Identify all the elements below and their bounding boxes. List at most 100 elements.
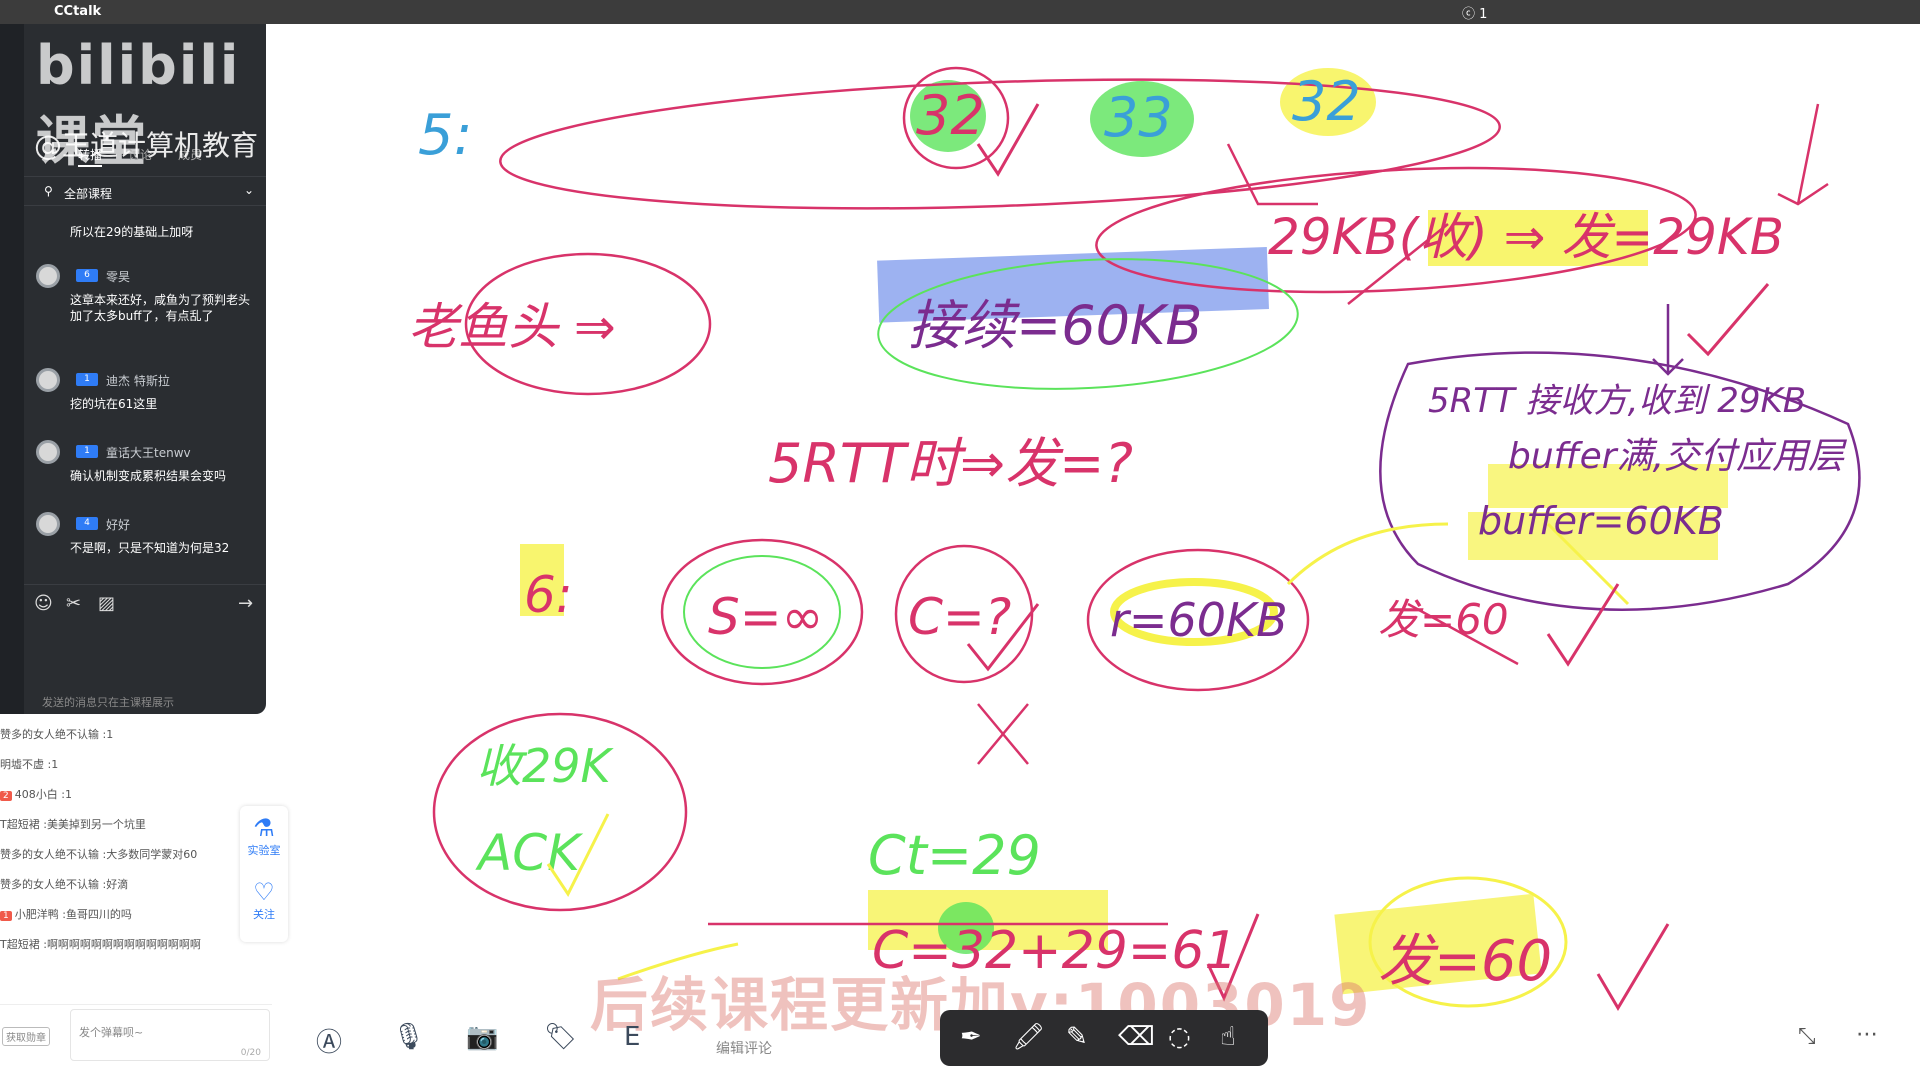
danmaku-item: 赞多的女人绝不认输 :好滴: [0, 878, 129, 891]
avatar[interactable]: [36, 512, 60, 536]
panel-left-strip: [0, 24, 24, 714]
danmaku-user: 小肥洋鸭: [14, 908, 59, 921]
filter-icon: ⚲: [44, 184, 53, 198]
menu-bar: CCtalk ⓒ 1: [0, 0, 1920, 24]
level-badge: 4: [76, 517, 98, 530]
user-name[interactable]: 零昊: [106, 268, 130, 285]
danmaku-item: T超短裙 :啊啊啊啊啊啊啊啊啊啊啊啊啊啊: [0, 938, 201, 951]
filter-label: 全部课程: [64, 187, 113, 201]
danmaku-list: 赞多的女人绝不认输 :1 明墟不虚 :1 2 408小白 :1 T超短裙 :美美掉…: [0, 716, 260, 966]
danmaku-user: 明墟不虚: [0, 758, 44, 771]
scissors-icon[interactable]: ✂: [66, 593, 81, 614]
wb-text-5: 5:: [418, 103, 473, 168]
level-badge: 1: [76, 445, 98, 458]
danmaku-input-area: 获取勋章 发个弹幕呗~ 0/20: [0, 1004, 272, 1064]
wb-text-29kb: 29KB(收) ⇒ 发=29KB: [1268, 208, 1784, 266]
wb-text-s-inf: S=∞: [708, 588, 823, 646]
wb-text-5rtt-send: 5RTT时⇒发=?: [768, 432, 1133, 495]
level-badge: 6: [76, 269, 98, 282]
user-name[interactable]: 童话大王tenwv: [106, 444, 191, 461]
bottom-toolbar: Ⓐ 🎙 📷 🏷 E 编辑评论 ✒ 🖍 ✎ ⌫ ◌ ☝ ⤡ ⋯: [288, 1010, 1920, 1070]
course-filter[interactable]: ⚲ 全部课程 ⌄: [24, 176, 266, 206]
wb-text-shou29k: 收29K: [476, 739, 615, 793]
eraser-icon[interactable]: ⌫: [1118, 1022, 1155, 1052]
danmaku-item: 2 408小白 :1: [0, 786, 72, 802]
edit-comment-label[interactable]: 编辑评论: [716, 1038, 772, 1058]
user-name[interactable]: 好好: [106, 516, 130, 533]
wb-text-ct: Ct=29: [868, 824, 1041, 887]
brush-icon[interactable]: ✎: [1066, 1022, 1088, 1052]
wb-text-r: r=60KB: [1110, 593, 1288, 647]
danmaku-text: 1: [51, 758, 59, 771]
status-indicator[interactable]: ⓒ 1: [1462, 3, 1487, 22]
tag-icon[interactable]: 🏷: [544, 1022, 577, 1052]
hand-icon[interactable]: ☝: [1220, 1022, 1236, 1052]
whiteboard[interactable]: 5: 32 33 32 29KB(收) ⇒ 发=29KB 老鱼头 ⇒ 接续=60…: [288, 24, 1920, 1080]
danmaku-user: 赞多的女人绝不认输: [0, 848, 99, 861]
whiteboard-drawing: 5: 32 33 32 29KB(收) ⇒ 发=29KB 老鱼头 ⇒ 接续=60…: [408, 66, 1861, 1011]
lab-button[interactable]: ⚗ 实验室: [240, 814, 288, 858]
message-text: 确认机制变成累积结果会变吗: [70, 469, 227, 483]
danmaku-text: 1: [106, 728, 114, 741]
pen-mode-icon[interactable]: Ⓐ: [316, 1022, 342, 1059]
message-text: 所以在29的基础上加呀: [70, 225, 194, 239]
flask-icon: ⚗: [253, 814, 275, 842]
wb-text-fa60-crossed: 发=60: [1378, 595, 1509, 644]
wb-text-33: 33: [1104, 86, 1173, 149]
app-name[interactable]: CCtalk: [54, 4, 101, 19]
wb-text-ack: ACK: [475, 824, 584, 882]
danmaku-text: 大多数同学蒙对60: [106, 848, 198, 861]
follow-label: 关注: [253, 908, 275, 921]
chevron-down-icon[interactable]: ⌄: [244, 183, 254, 197]
chat-footer-note: 发送的消息只在主课程展示: [42, 696, 174, 709]
message-text: 这章本来还好，咸鱼为了预判老头加了太多buff了，有点乱了: [70, 293, 251, 323]
microphone-icon[interactable]: 🎙: [392, 1022, 425, 1052]
wb-text-jiexu: 接续=60KB: [908, 294, 1202, 357]
danmaku-text: 鱼哥四川的吗: [65, 908, 132, 921]
wb-text-5rtt-recv: 5RTT 接收方,收到 29KB: [1428, 381, 1806, 421]
wb-text-6: 6:: [524, 566, 573, 624]
fan-badge: 2: [0, 791, 12, 801]
fan-badge: 1: [0, 911, 12, 921]
wb-text-laoyutou: 老鱼头 ⇒: [408, 298, 616, 356]
wb-text-buffer: buffer=60KB: [1478, 499, 1724, 543]
danmaku-input[interactable]: 发个弹幕呗~ 0/20: [70, 1009, 270, 1061]
emoji-icon[interactable]: ☺: [34, 593, 53, 614]
image-icon[interactable]: ▨: [98, 593, 115, 614]
danmaku-user: 408小白: [14, 788, 58, 801]
danmaku-item: 1 小肥洋鸭 :鱼哥四川的吗: [0, 906, 132, 922]
message-text: 不是啊，只是不知道为何是32: [70, 541, 230, 555]
user-name[interactable]: 迪杰 特斯拉: [106, 372, 170, 389]
chat-panel: bilibili课堂 转播 讨论 成员 @王道计算机教育 ⚲ 全部课程 ⌄ 所以…: [0, 24, 266, 714]
wb-text-buffer-full: buffer满,交付应用层: [1508, 436, 1848, 477]
lasso-icon[interactable]: ◌: [1168, 1022, 1191, 1052]
avatar[interactable]: [36, 440, 60, 464]
heart-icon: ♡: [253, 878, 275, 906]
pen-icon[interactable]: ✒: [960, 1022, 982, 1052]
message-text: 挖的坑在61这里: [70, 397, 158, 411]
highlighter-icon[interactable]: 🖍: [1012, 1022, 1045, 1052]
avatar[interactable]: [36, 264, 60, 288]
send-arrow-icon[interactable]: →: [238, 593, 253, 614]
wb-text-32b: 32: [1292, 70, 1361, 133]
status-count: 1: [1479, 7, 1488, 22]
more-icon[interactable]: ⋯: [1856, 1022, 1878, 1047]
danmaku-item: T超短裙 :美美掉到另一个坑里: [0, 818, 146, 831]
e-icon[interactable]: E: [624, 1022, 640, 1052]
get-medal-button[interactable]: 获取勋章: [2, 1027, 50, 1046]
danmaku-user: 赞多的女人绝不认输: [0, 878, 99, 891]
danmaku-text: 1: [64, 788, 72, 801]
danmaku-user: T超短裙: [0, 818, 40, 831]
chat-toolbar: ☺ ✂ ▨ →: [24, 584, 266, 624]
pen-tool-palette: ✒ 🖍 ✎ ⌫ ◌ ☝: [940, 1010, 1268, 1066]
avatar[interactable]: [36, 368, 60, 392]
side-buttons: ⚗ 实验室 ♡ 关注: [240, 806, 288, 942]
danmaku-text: 好滴: [106, 878, 129, 891]
danmaku-placeholder: 发个弹幕呗~: [79, 1026, 144, 1039]
danmaku-text: 啊啊啊啊啊啊啊啊啊啊啊啊啊啊: [46, 938, 201, 951]
follow-button[interactable]: ♡ 关注: [240, 878, 288, 922]
expand-icon[interactable]: ⤡: [1798, 1024, 1816, 1049]
danmaku-item: 赞多的女人绝不认输 :大多数同学蒙对60: [0, 848, 198, 861]
camera-icon[interactable]: 📷: [466, 1022, 498, 1052]
wb-text-fa60: 发=60: [1378, 929, 1552, 994]
